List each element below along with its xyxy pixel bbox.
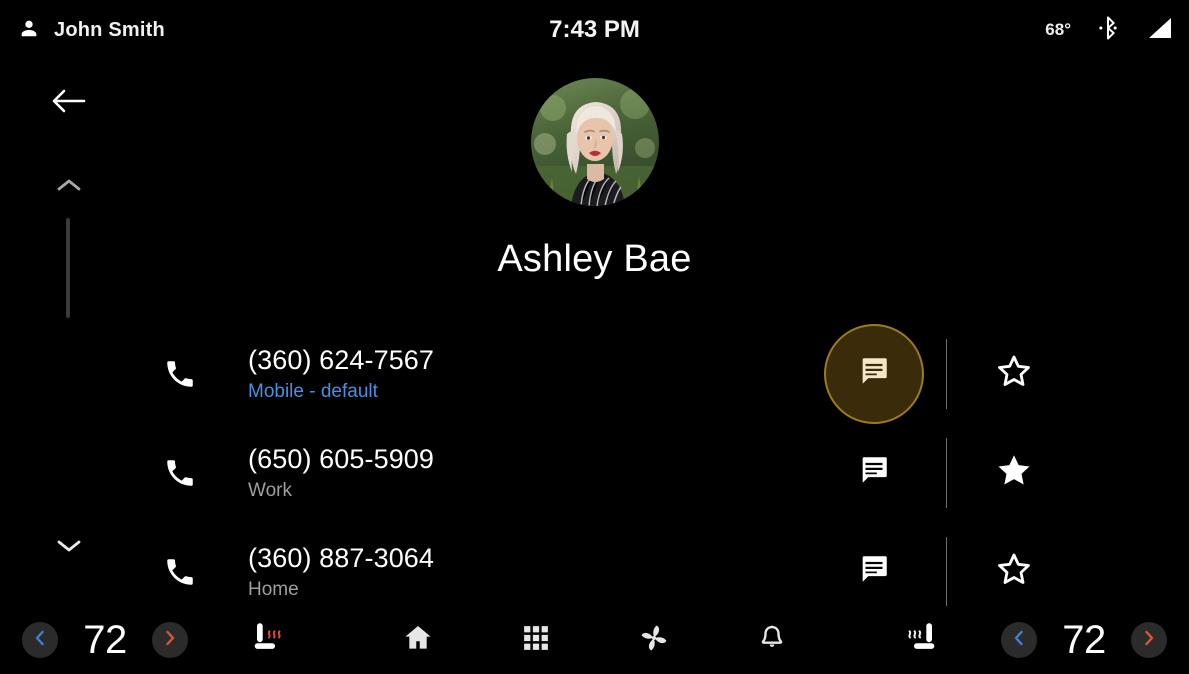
table-row[interactable]: (360) 624-7567 Mobile - default bbox=[0, 323, 1189, 424]
driver-climate-control: 72 bbox=[22, 618, 188, 663]
phone-number-label: Mobile - default bbox=[248, 380, 378, 402]
phone-number-label: Work bbox=[248, 479, 292, 501]
phone-number-list: (360) 624-7567 Mobile - default (650) 60… bbox=[0, 323, 1189, 621]
signal-bars-icon bbox=[1145, 16, 1173, 45]
message-button[interactable] bbox=[824, 423, 924, 523]
row-divider bbox=[946, 438, 947, 508]
home-icon bbox=[402, 622, 434, 659]
nav-home-button[interactable] bbox=[390, 616, 446, 664]
apps-grid-icon bbox=[521, 623, 551, 658]
number-text-block: (360) 624-7567 Mobile - default bbox=[248, 343, 434, 405]
message-icon bbox=[857, 354, 891, 393]
contact-photo bbox=[530, 78, 659, 206]
status-bar-user[interactable]: John Smith bbox=[18, 17, 165, 44]
contact-header: Ashley Bae bbox=[0, 78, 1189, 281]
favorite-button[interactable] bbox=[988, 546, 1040, 598]
number-text-block: (360) 887-3064 Home bbox=[248, 541, 434, 603]
phone-icon[interactable] bbox=[160, 552, 200, 592]
status-bar-temperature: 68° bbox=[1045, 20, 1071, 39]
chevron-left-icon bbox=[1011, 629, 1027, 652]
status-bar-user-name: John Smith bbox=[54, 18, 165, 41]
message-icon bbox=[857, 552, 891, 591]
fan-icon bbox=[637, 621, 671, 660]
phone-icon[interactable] bbox=[160, 453, 200, 493]
table-row[interactable]: (650) 605-5909 Work bbox=[0, 423, 1189, 522]
star-outline-icon bbox=[994, 549, 1034, 594]
chevron-left-icon bbox=[32, 629, 48, 652]
star-filled-icon bbox=[994, 450, 1034, 495]
number-text-block: (650) 605-5909 Work bbox=[248, 442, 434, 504]
status-bar-right-cluster: 68° bbox=[1045, 15, 1173, 46]
heated-seat-icon bbox=[245, 618, 289, 663]
contact-name: Ashley Bae bbox=[497, 238, 692, 280]
star-outline-icon bbox=[994, 351, 1034, 396]
passenger-climate-control: 72 bbox=[1001, 618, 1167, 663]
phone-number: (650) 605-5909 bbox=[248, 443, 435, 474]
bluetooth-icon bbox=[1097, 15, 1119, 46]
phone-number: (360) 887-3064 bbox=[248, 542, 435, 573]
nav-notifications-button[interactable] bbox=[744, 616, 800, 664]
passenger-temp-decrease-button[interactable] bbox=[1001, 622, 1037, 658]
row-divider bbox=[946, 537, 947, 607]
person-icon bbox=[18, 17, 40, 44]
phone-number-label: Home bbox=[248, 578, 299, 600]
status-bar-clock: 7:43 PM bbox=[549, 16, 640, 43]
passenger-temp-increase-button[interactable] bbox=[1131, 622, 1167, 658]
ventilated-seat-icon bbox=[900, 618, 944, 663]
driver-temp-value: 72 bbox=[83, 617, 127, 662]
phone-icon[interactable] bbox=[160, 354, 200, 394]
favorite-button[interactable] bbox=[988, 348, 1040, 400]
bottom-bar: 72 72 bbox=[0, 606, 1189, 674]
message-icon bbox=[857, 453, 891, 492]
status-bar: John Smith 7:43 PM 68° bbox=[0, 0, 1189, 60]
bell-icon bbox=[757, 622, 787, 659]
message-button[interactable] bbox=[824, 323, 924, 424]
nav-apps-button[interactable] bbox=[508, 616, 564, 664]
avatar bbox=[530, 78, 659, 206]
phone-number: (360) 624-7567 bbox=[248, 344, 435, 375]
chevron-right-icon bbox=[162, 629, 178, 652]
chevron-right-icon bbox=[1141, 629, 1157, 652]
driver-temp-decrease-button[interactable] bbox=[22, 622, 58, 658]
driver-temp-increase-button[interactable] bbox=[152, 622, 188, 658]
nav-climate-button[interactable] bbox=[626, 616, 682, 664]
row-divider bbox=[946, 339, 947, 409]
passenger-temp-value: 72 bbox=[1062, 617, 1106, 662]
driver-heated-seat-button[interactable] bbox=[243, 618, 291, 662]
passenger-ventilated-seat-button[interactable] bbox=[898, 618, 946, 662]
favorite-button[interactable] bbox=[988, 447, 1040, 499]
